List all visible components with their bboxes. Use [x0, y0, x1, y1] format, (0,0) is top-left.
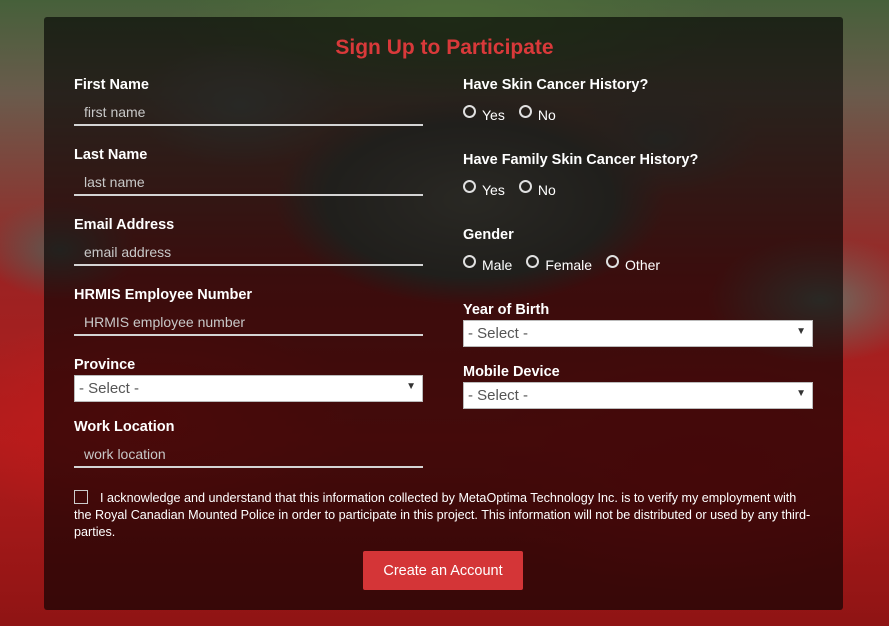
family-skin-cancer-history-label: Have Family Skin Cancer History?: [463, 152, 699, 168]
hrmis-input[interactable]: [74, 310, 423, 336]
work-location-input[interactable]: [74, 442, 423, 468]
work-location-label: Work Location: [74, 419, 175, 435]
first-name-input[interactable]: [74, 100, 423, 126]
skin-cancer-history-options: Yes No: [463, 104, 570, 123]
email-input[interactable]: [74, 240, 423, 266]
skin-cancer-history-label: Have Skin Cancer History?: [463, 77, 649, 93]
hrmis-label: HRMIS Employee Number: [74, 287, 253, 303]
create-account-button[interactable]: Create an Account: [363, 551, 523, 590]
radio-circle-icon: [518, 179, 532, 193]
mobile-device-selected-value: - Select -: [468, 387, 529, 404]
family-skin-cancer-no-radio[interactable]: No: [518, 179, 556, 198]
gender-label: Gender: [463, 227, 514, 243]
gender-male-radio[interactable]: Male: [463, 254, 513, 273]
radio-label: Yes: [482, 182, 505, 198]
province-label: Province: [74, 357, 136, 373]
gender-female-radio[interactable]: Female: [526, 254, 593, 273]
year-of-birth-selected-value: - Select -: [468, 325, 529, 342]
triangle-down-icon: ▼: [796, 326, 806, 337]
first-name-label: First Name: [74, 77, 149, 93]
radio-label: Other: [625, 257, 661, 273]
year-of-birth-select[interactable]: - Select - ▼: [463, 320, 813, 347]
acknowledgement-text: I acknowledge and understand that this i…: [74, 491, 811, 539]
year-of-birth-label: Year of Birth: [463, 302, 550, 318]
radio-circle-icon: [463, 104, 476, 118]
radio-label: Yes: [482, 107, 505, 123]
radio-label: No: [537, 182, 556, 198]
province-select[interactable]: - Select - ▼: [74, 375, 423, 402]
gender-other-radio[interactable]: Other: [606, 254, 661, 273]
radio-label: No: [537, 107, 556, 123]
radio-circle-icon: [463, 254, 476, 268]
radio-circle-icon: [463, 179, 476, 193]
gender-options: Male Female Other: [463, 254, 674, 273]
radio-circle-icon: [526, 254, 540, 268]
triangle-down-icon: ▼: [796, 388, 806, 399]
skin-cancer-no-radio[interactable]: No: [518, 104, 556, 123]
triangle-down-icon: ▼: [406, 381, 416, 392]
mobile-device-select[interactable]: - Select - ▼: [463, 382, 813, 409]
page-title: Sign Up to Participate: [335, 36, 554, 59]
radio-label: Male: [482, 257, 513, 273]
family-skin-cancer-history-options: Yes No: [463, 179, 570, 198]
radio-label: Female: [545, 257, 593, 273]
last-name-input[interactable]: [74, 170, 423, 196]
last-name-label: Last Name: [74, 147, 148, 163]
radio-circle-icon: [606, 254, 620, 268]
family-skin-cancer-yes-radio[interactable]: Yes: [463, 179, 505, 198]
email-label: Email Address: [74, 217, 175, 233]
mobile-device-label: Mobile Device: [463, 364, 560, 380]
radio-circle-icon: [518, 104, 532, 118]
province-selected-value: - Select -: [79, 380, 140, 397]
skin-cancer-yes-radio[interactable]: Yes: [463, 104, 505, 123]
